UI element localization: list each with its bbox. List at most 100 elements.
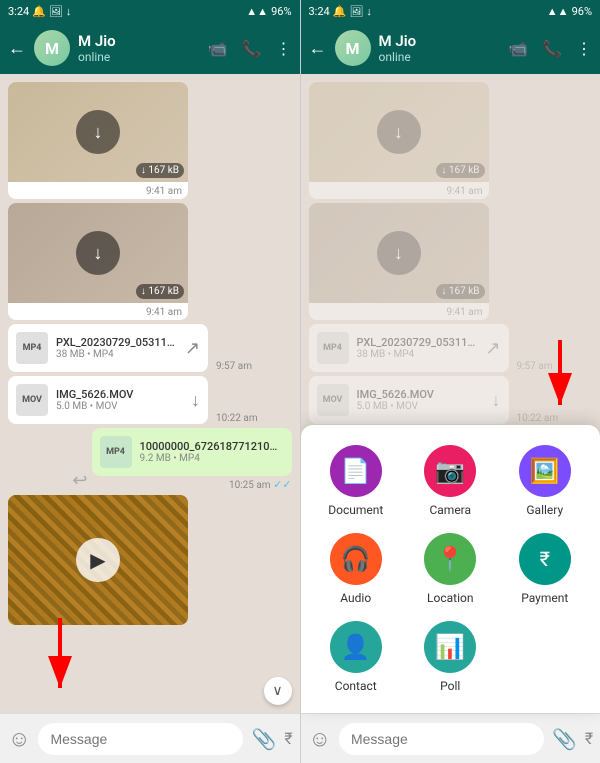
avatar-left[interactable]: M (34, 30, 70, 66)
media-placeholder-2-r: ↓ ↓ 167 kB (309, 203, 489, 303)
location-label: Location (427, 591, 473, 605)
attach-button-right[interactable]: 📎 (552, 727, 577, 751)
msg-row-media2-r: ↓ ↓ 167 kB 9:41 am (309, 203, 593, 320)
msg-time-4: 10:22 am (216, 413, 258, 424)
payment-icon-circle: ₹ (519, 533, 571, 585)
attach-button-left[interactable]: 📎 (251, 727, 276, 751)
file-name-1: PXL_20230729_053114092.mp4 (56, 336, 177, 349)
msg-row-media2: ↓ ↓ 167 kB 9:41 am (8, 203, 292, 320)
contact-icon-circle: 👤 (330, 621, 382, 673)
payment-icon: ₹ (540, 547, 550, 571)
play-button[interactable]: ▶ (76, 538, 120, 582)
share-icon-1[interactable]: ↗ (185, 338, 200, 359)
attach-item-audio[interactable]: 🎧 Audio (317, 533, 396, 605)
msg-time-3: 9:57 am (216, 361, 252, 372)
attach-item-contact[interactable]: 👤 Contact (317, 621, 396, 693)
document-icon-circle: 📄 (330, 445, 382, 497)
file-icon-2: MOV (16, 384, 48, 416)
attach-item-poll[interactable]: 📊 Poll (411, 621, 490, 693)
msg-time-2-r: 9:41 am (309, 305, 489, 320)
rupee-button-left[interactable]: ₹ (284, 729, 292, 748)
msg-row-video: ▶ (8, 495, 292, 625)
media-size-2: ↓ 167 kB (136, 284, 184, 299)
attach-item-gallery[interactable]: 🖼️ Gallery (506, 445, 585, 517)
file-bubble-2: MOV IMG_5626.MOV 5.0 MB • MOV ↓ (8, 376, 208, 424)
status-left: 3:24 🔔 🖼 ↓ (8, 5, 71, 18)
outgoing-file-container: MP4 10000000_67261877121071 5_4782149177… (92, 428, 292, 491)
msg-row-file1: MP4 PXL_20230729_053114092.mp4 38 MB • M… (8, 324, 292, 372)
video-bubble-1: ▶ (8, 495, 188, 625)
more-options-icon-right[interactable]: ⋮ (576, 39, 592, 58)
avatar-image-left: M (34, 30, 70, 66)
chat-header-left: ← M M Jio online 📹 📞 ⋮ (0, 22, 300, 74)
alarm-icon: 🔔 (32, 5, 46, 18)
file-meta-1-r: 38 MB • MP4 (357, 349, 478, 360)
back-button-left[interactable]: ← (8, 38, 26, 59)
attachment-menu: 📄 Document 📷 Camera 🖼️ Gallery 🎧 (301, 425, 600, 713)
file-bubble-1: MP4 PXL_20230729_053114092.mp4 38 MB • M… (8, 324, 208, 372)
msg-time-3-r: 9:57 am (517, 361, 553, 372)
status-bar-right: 3:24 🔔 🖼 ↓ ▲▲ 96% (301, 0, 600, 22)
left-panel: 3:24 🔔 🖼 ↓ ▲▲ 96% ← M M Jio online 📹 📞 ⋮ (0, 0, 300, 763)
back-button-right[interactable]: ← (309, 38, 327, 59)
attach-item-payment[interactable]: ₹ Payment (506, 533, 585, 605)
contact-info-right[interactable]: M Jio online (379, 32, 501, 64)
gallery-icon: 🖼️ (530, 457, 560, 485)
attach-item-camera[interactable]: 📷 Camera (411, 445, 490, 517)
message-input-left[interactable] (38, 723, 243, 755)
download-btn-2[interactable]: ↓ (76, 231, 120, 275)
document-icon: 📄 (341, 457, 371, 485)
right-panel: 3:24 🔔 🖼 ↓ ▲▲ 96% ← M M Jio online 📹 📞 ⋮ (301, 0, 600, 763)
header-icons-left: 📹 📞 ⋮ (208, 39, 292, 58)
media-bubble-1-r: ↓ ↓ 167 kB 9:41 am (309, 82, 489, 199)
avatar-right[interactable]: M (335, 30, 371, 66)
camera-label: Camera (429, 503, 471, 517)
image-icon-status: 🖼 (49, 5, 63, 18)
media-placeholder-1: ↓ ↓ 167 kB (8, 82, 188, 182)
location-icon: 📍 (435, 545, 465, 573)
download-arrow-icon: ↓ (66, 5, 72, 18)
media-size-1: ↓ 167 kB (136, 163, 184, 178)
download-btn-2-r: ↓ (377, 231, 421, 275)
contact-status-left: online (78, 50, 200, 64)
forward-icon-1[interactable]: ↩ (72, 470, 87, 491)
voice-call-icon-right[interactable]: 📞 (542, 39, 562, 58)
contact-icon: 👤 (341, 633, 371, 661)
download-btn-1[interactable]: ↓ (76, 110, 120, 154)
chat-area-left: ↓ ↓ 167 kB 9:41 am ↓ ↓ 167 kB 9:41 am MP… (0, 74, 300, 713)
attach-item-location[interactable]: 📍 Location (411, 533, 490, 605)
status-left-right: 3:24 🔔 🖼 ↓ (309, 5, 372, 18)
voice-call-icon-left[interactable]: 📞 (242, 39, 262, 58)
video-call-icon-right[interactable]: 📹 (508, 39, 528, 58)
media-placeholder-2: ↓ ↓ 167 kB (8, 203, 188, 303)
msg-time-2: 9:41 am (8, 305, 188, 320)
video-call-icon-left[interactable]: 📹 (208, 39, 228, 58)
msg-row-file2-r: MOV IMG_5626.MOV 5.0 MB • MOV ↓ 10:22 am (309, 376, 593, 424)
header-icons-right: 📹 📞 ⋮ (508, 39, 592, 58)
download-icon-2[interactable]: ↓ (191, 390, 200, 411)
file-name-2: IMG_5626.MOV (56, 388, 183, 401)
contact-info-left[interactable]: M Jio online (78, 32, 200, 64)
msg-time-1: 9:41 am (8, 184, 188, 199)
msg-row-file2: MOV IMG_5626.MOV 5.0 MB • MOV ↓ 10:22 am (8, 376, 292, 424)
file-name-2-r: IMG_5626.MOV (357, 388, 484, 401)
scroll-down-btn[interactable]: ∨ (264, 677, 292, 705)
contact-name-left: M Jio (78, 32, 200, 50)
media-size-2-r: ↓ 167 kB (436, 284, 484, 299)
image-icon-status-r: 🖼 (349, 5, 363, 18)
attach-item-document[interactable]: 📄 Document (317, 445, 396, 517)
msg-row-file3: ↩ MP4 10000000_67261877121071 5_47821491… (8, 428, 292, 491)
msg-row-media1-r: ↓ ↓ 167 kB 9:41 am (309, 82, 593, 199)
more-options-icon-left[interactable]: ⋮ (276, 39, 292, 58)
message-input-right[interactable] (339, 723, 544, 755)
emoji-button-left[interactable]: ☺ (8, 726, 30, 752)
gallery-label: Gallery (526, 503, 563, 517)
file-info-2: IMG_5626.MOV 5.0 MB • MOV (56, 388, 183, 412)
msg-row-file1-r: MP4 PXL_20230729_053114092.mp4 38 MB • M… (309, 324, 593, 372)
msg-row-media1: ↓ ↓ 167 kB 9:41 am (8, 82, 292, 199)
download-icon-2-r: ↓ (492, 390, 501, 411)
emoji-button-right[interactable]: ☺ (309, 726, 331, 752)
msg-time-1-r: 9:41 am (309, 184, 489, 199)
rupee-button-right[interactable]: ₹ (585, 729, 593, 748)
poll-icon: 📊 (435, 633, 465, 661)
